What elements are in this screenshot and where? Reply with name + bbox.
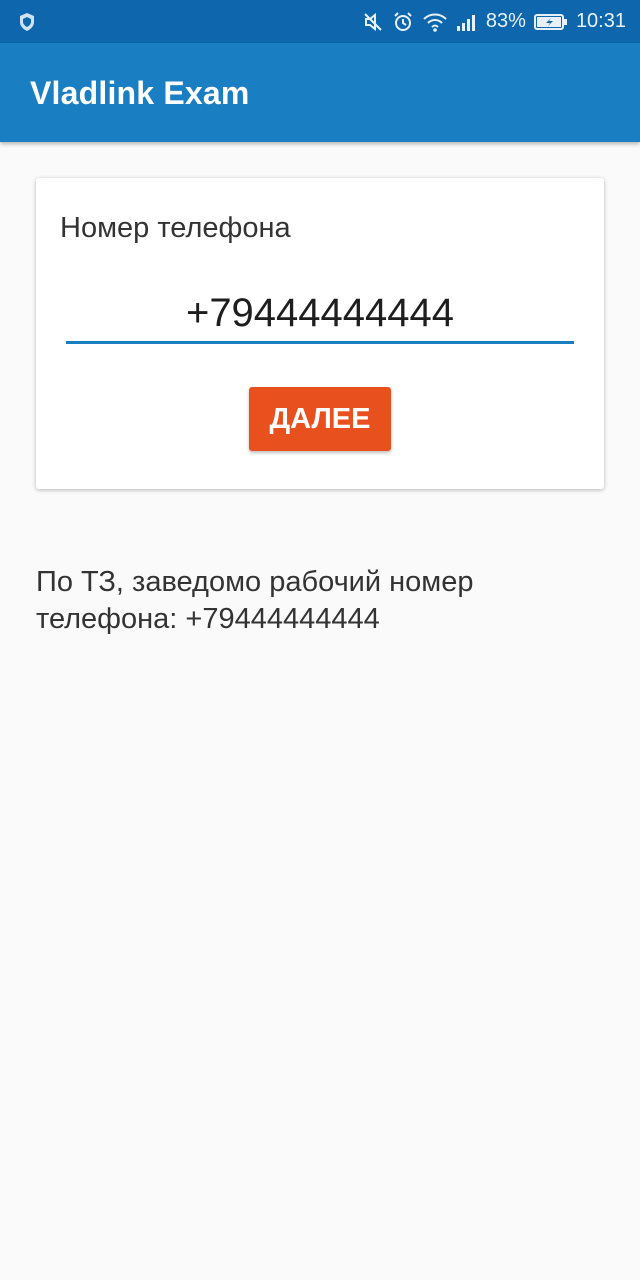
battery-icon [533,13,568,31]
hint-text: По ТЗ, заведомо рабочий номер телефона: … [36,566,474,635]
status-left [18,12,36,37]
status-bar: 83% 10:31 [0,0,640,43]
phone-input[interactable] [66,286,574,344]
battery-percent: 83% [485,10,526,32]
alarm-icon [392,11,414,33]
phone-label: Номер телефона [60,212,291,244]
clock: 10:31 [575,10,626,32]
next-button[interactable]: ДАЛЕЕ [249,387,391,451]
mute-icon [362,11,384,33]
app-bar: Vladlink Exam [0,43,640,142]
phone-card: Номер телефона ДАЛЕЕ [36,178,604,489]
app-title: Vladlink Exam [30,75,250,111]
status-icons: 83% 10:31 [362,0,626,43]
signal-icon [456,12,478,32]
shield-icon [18,13,36,36]
wifi-icon [422,11,448,33]
